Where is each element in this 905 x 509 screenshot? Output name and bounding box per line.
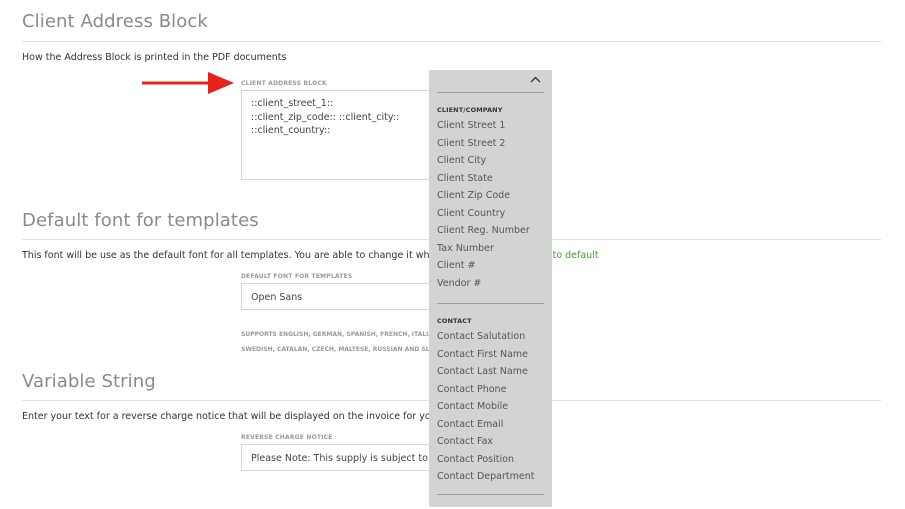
dropdown-item[interactable]: Contact Position bbox=[437, 451, 544, 469]
dropdown-separator bbox=[437, 92, 544, 93]
dropdown-item[interactable]: Contact Email bbox=[437, 416, 544, 434]
dropdown-item[interactable]: Contact First Name bbox=[437, 346, 544, 364]
dropdown-group-title: CONTACT bbox=[437, 317, 472, 325]
dropdown-item[interactable]: Client State bbox=[437, 170, 544, 188]
dropdown-item[interactable]: Tax Number bbox=[437, 240, 544, 258]
section-title-font: Default font for templates bbox=[22, 210, 259, 231]
dropdown-item[interactable]: Client Country bbox=[437, 205, 544, 223]
font-support-help-text: SUPPORTS ENGLISH, GERMAN, SPANISH, FRENC… bbox=[241, 327, 434, 357]
section-divider bbox=[22, 41, 881, 42]
address-line: ::client_country:: bbox=[251, 125, 331, 136]
help-line: SWEDISH, CATALAN, CZECH, MALTESE, RUSSIA… bbox=[241, 346, 435, 353]
dropdown-groups: CLIENT/COMPANY Client Street 1 Client Stre… bbox=[437, 106, 544, 486]
section-title-variable-string: Variable String bbox=[22, 371, 156, 392]
dropdown-item[interactable]: Contact Last Name bbox=[437, 363, 544, 381]
dropdown-header bbox=[437, 70, 544, 92]
help-line: SUPPORTS ENGLISH, GERMAN, SPANISH, FRENC… bbox=[241, 331, 434, 338]
font-description-text: This font will be use as the default fon… bbox=[22, 250, 456, 261]
address-line: ::client_zip_code:: ::client_city:: bbox=[251, 111, 400, 123]
dropdown-item[interactable]: Vendor # bbox=[437, 275, 544, 293]
dropdown-item[interactable]: Client # bbox=[437, 257, 544, 275]
address-block-textarea[interactable]: ::client_street_1:: ::client_zip_code:: … bbox=[241, 90, 441, 180]
section-title-address: Client Address Block bbox=[22, 11, 208, 32]
dropdown-item[interactable]: Contact Department bbox=[437, 468, 544, 486]
placeholder-dropdown[interactable]: CLIENT/COMPANY Client Street 1 Client Stre… bbox=[429, 70, 552, 507]
field-label-default-font: DEFAULT FONT FOR TEMPLATES bbox=[241, 273, 353, 280]
chevron-up-icon[interactable] bbox=[528, 72, 542, 86]
dropdown-item[interactable]: Contact Fax bbox=[437, 433, 544, 451]
field-label-reverse-charge: REVERSE CHARGE NOTICE bbox=[241, 434, 333, 441]
field-label-address-block: CLIENT ADDRESS BLOCK bbox=[241, 80, 327, 87]
section-description-address: How the Address Block is printed in the … bbox=[22, 52, 287, 63]
dropdown-item[interactable]: Client City bbox=[437, 152, 544, 170]
dropdown-separator bbox=[437, 303, 544, 304]
red-arrow-annotation bbox=[142, 72, 234, 94]
dropdown-item[interactable]: Contact Phone bbox=[437, 381, 544, 399]
dropdown-item[interactable]: Client Reg. Number bbox=[437, 222, 544, 240]
dropdown-group-title: CLIENT/COMPANY bbox=[437, 106, 503, 114]
section-description-variable: Enter your text for a reverse charge not… bbox=[22, 411, 455, 422]
reverse-charge-notice-input[interactable]: Please Note: This supply is subject to t… bbox=[241, 444, 441, 471]
default-font-select[interactable]: Open Sans bbox=[241, 283, 441, 310]
section-description-font: This font will be use as the default fon… bbox=[22, 250, 456, 261]
address-line: ::client_street_1:: bbox=[251, 98, 334, 109]
dropdown-item[interactable]: Contact Mobile bbox=[437, 398, 544, 416]
dropdown-item[interactable]: Client Street 1 bbox=[437, 117, 544, 135]
dropdown-item[interactable]: Contact Salutation bbox=[437, 328, 544, 346]
dropdown-separator bbox=[437, 493, 544, 495]
dropdown-item[interactable]: Client Street 2 bbox=[437, 135, 544, 153]
dropdown-item[interactable]: Client Zip Code bbox=[437, 187, 544, 205]
